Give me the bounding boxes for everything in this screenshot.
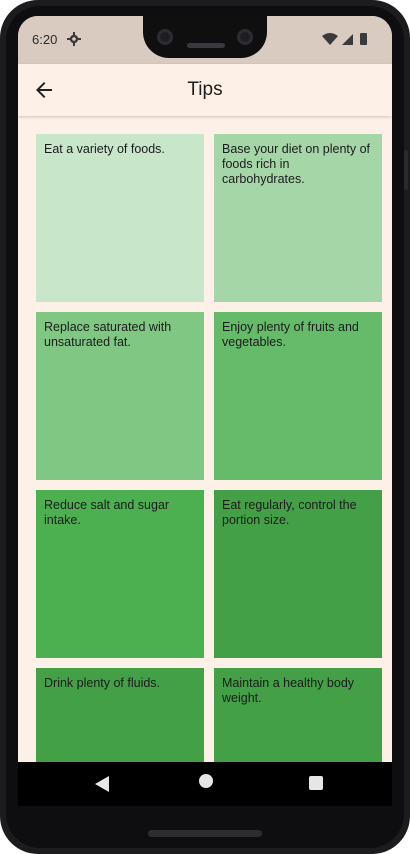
- app-bar: Tips: [18, 64, 392, 116]
- camera-notch: [143, 16, 267, 58]
- gear-icon: [67, 32, 81, 46]
- signal-icon: [342, 34, 353, 45]
- tip-text: Eat a variety of foods.: [44, 142, 165, 156]
- tip-text: Replace saturated with unsaturated fat.: [44, 320, 172, 349]
- battery-icon: [360, 33, 367, 45]
- tip-text: Base your diet on plenty of foods rich i…: [222, 142, 371, 186]
- nav-home-icon[interactable]: [199, 774, 213, 788]
- tip-card[interactable]: Maintain a healthy body weight.: [214, 668, 382, 762]
- bottom-speaker: [148, 830, 262, 837]
- front-camera: [157, 29, 173, 45]
- nav-recents-icon[interactable]: [309, 776, 323, 790]
- tip-card[interactable]: Replace saturated with unsaturated fat.: [36, 312, 204, 480]
- tip-text: Reduce salt and sugar intake.: [44, 498, 170, 527]
- tip-text: Drink plenty of fluids.: [44, 676, 161, 690]
- tip-card[interactable]: Enjoy plenty of fruits and vegetables.: [214, 312, 382, 480]
- tips-grid: Eat a variety of foods. Base your diet o…: [36, 134, 384, 762]
- status-icons: [322, 33, 367, 45]
- tip-text: Eat regularly, control the portion size.: [222, 498, 357, 527]
- status-time: 6:20: [32, 32, 58, 47]
- page-title: Tips: [187, 79, 223, 100]
- wifi-icon: [322, 33, 338, 45]
- tip-text: Maintain a healthy body weight.: [222, 676, 355, 705]
- status-bar: 6:20: [18, 16, 392, 64]
- tip-card[interactable]: Reduce salt and sugar intake.: [36, 490, 204, 658]
- device-frame: 6:20 Tips Eat a variety of foods. Base y…: [0, 0, 410, 854]
- nav-back-icon[interactable]: [94, 775, 110, 793]
- tip-card[interactable]: Eat regularly, control the portion size.: [214, 490, 382, 658]
- system-nav-bar: [18, 762, 392, 806]
- front-sensor: [237, 29, 253, 45]
- earpiece-speaker: [187, 43, 225, 48]
- power-button: [404, 150, 408, 190]
- tip-text: Enjoy plenty of fruits and vegetables.: [222, 320, 359, 349]
- tip-card[interactable]: Base your diet on plenty of foods rich i…: [214, 134, 382, 302]
- tip-card[interactable]: Eat a variety of foods.: [36, 134, 204, 302]
- tip-card[interactable]: Drink plenty of fluids.: [36, 668, 204, 762]
